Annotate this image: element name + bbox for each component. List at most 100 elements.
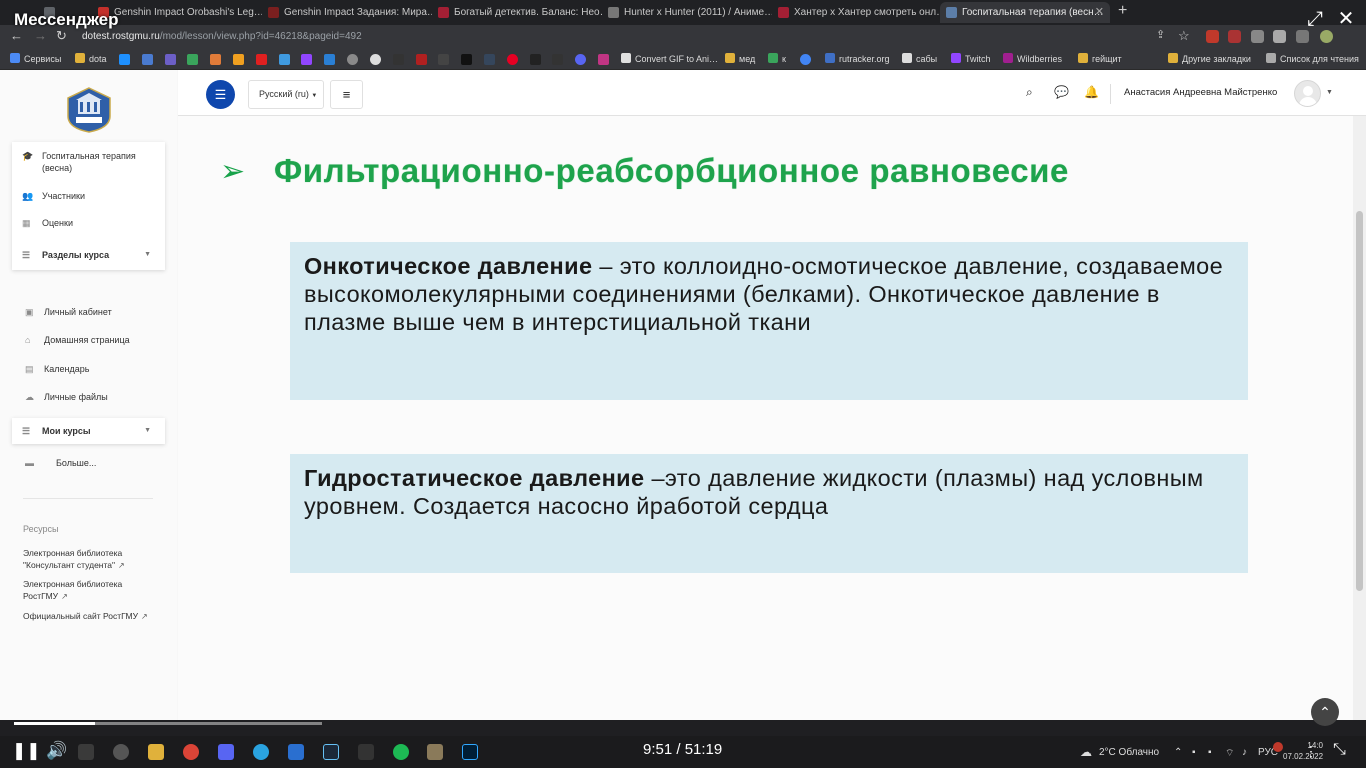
weather-text[interactable]: 2°C Облачно	[1099, 747, 1159, 758]
definition-box-hydrostatic: Гидростатическое давление –это давление …	[290, 454, 1248, 573]
app-icon[interactable]	[427, 744, 443, 760]
browser-tab[interactable]: Hunter x Hunter (2011) / Аниме…	[602, 2, 772, 23]
telegram-icon[interactable]	[253, 744, 269, 760]
bookmark-icon[interactable]	[142, 54, 153, 65]
bookmark-icon[interactable]	[347, 54, 358, 65]
progress-fill	[14, 722, 95, 725]
steam-icon[interactable]	[323, 744, 339, 760]
address-bar[interactable]: dotest.rostgmu.ru/mod/lesson/view.php?id…	[82, 28, 1152, 45]
browser-tab[interactable]: Хантер х Хантер смотреть онл…	[772, 2, 940, 23]
extension-icon[interactable]	[1273, 30, 1286, 43]
instagram-bookmark-icon[interactable]	[598, 54, 609, 65]
bookmark-icon[interactable]	[210, 54, 221, 65]
google-bookmark-icon[interactable]	[800, 54, 811, 65]
bookmark[interactable]: Twitch	[951, 52, 991, 66]
more-options-icon[interactable]: ⋮	[1304, 743, 1318, 760]
bookmark[interactable]: сабы	[902, 52, 937, 66]
pinterest-bookmark-icon[interactable]	[507, 54, 518, 65]
bookmark[interactable]: rutracker.org	[825, 52, 890, 66]
resource-link[interactable]: Электронная библиотека "Консультант студ…	[23, 547, 163, 572]
scrollbar-thumb[interactable]	[1356, 211, 1363, 591]
browser-tab[interactable]: Genshin Impact Задания: Мира…	[262, 2, 432, 23]
search-icon[interactable]: ⌕	[1026, 85, 1033, 100]
discord-bookmark-icon[interactable]	[575, 54, 586, 65]
extensions-puzzle-icon[interactable]	[1296, 30, 1309, 43]
bookmark-icon[interactable]	[438, 54, 449, 65]
forward-icon[interactable]: →	[34, 28, 47, 43]
bookmark-icon[interactable]	[461, 54, 472, 65]
discord-icon[interactable]	[218, 744, 234, 760]
menu-button[interactable]: ≡	[330, 80, 363, 109]
chevron-up-icon[interactable]: ⌃	[1174, 747, 1182, 758]
bookmark-icon[interactable]	[324, 54, 335, 65]
pause-icon[interactable]: ❚❚	[12, 741, 41, 761]
bookmark[interactable]: к	[768, 52, 786, 66]
task-view-icon[interactable]	[78, 744, 94, 760]
bookmark[interactable]: dota	[75, 52, 107, 66]
bookmark-icon[interactable]	[119, 54, 130, 65]
notifications-icon[interactable]: 🔔	[1084, 85, 1099, 99]
drawer-toggle-button[interactable]: ☰	[206, 80, 235, 109]
bookmark-icon[interactable]	[552, 54, 563, 65]
bookmark-icon[interactable]	[187, 54, 198, 65]
messages-icon[interactable]: 💬	[1054, 85, 1069, 99]
genshin-map-icon	[268, 7, 279, 18]
tumblr-bookmark-icon[interactable]	[484, 54, 495, 65]
bookmark-icon[interactable]	[530, 54, 541, 65]
bookmark-icon[interactable]	[393, 54, 404, 65]
hamburger-icon: ≡	[342, 87, 351, 102]
speaker-icon[interactable]: ♪	[1242, 747, 1247, 758]
bookmark-icon[interactable]	[233, 54, 244, 65]
adblock-icon[interactable]	[1206, 30, 1219, 43]
back-icon[interactable]: ←	[10, 28, 23, 43]
file-explorer-icon[interactable]	[148, 744, 164, 760]
scroll-top-button[interactable]: ⌃	[1311, 698, 1339, 726]
bookmark-star-icon[interactable]: ☆	[1178, 28, 1190, 44]
bookmark[interactable]: Convert GIF to Ani…	[621, 52, 718, 66]
share-icon[interactable]: ⇪	[1156, 28, 1165, 41]
bookmark-icon[interactable]	[165, 54, 176, 65]
reading-list[interactable]: Список для чтения	[1266, 52, 1359, 66]
bookmark-icon[interactable]	[416, 54, 427, 65]
volume-icon[interactable]: 🔊	[46, 741, 67, 761]
tab-label: Genshin Impact Orobashi's Leg…	[114, 7, 262, 18]
vk-bookmark-icon[interactable]	[279, 54, 290, 65]
tab-close-icon[interactable]: ✕	[1095, 2, 1104, 23]
resource-link[interactable]: Электронная библиотека РостГМУ ↗	[23, 578, 163, 603]
tray-icon[interactable]: ▪	[1208, 747, 1212, 758]
user-name[interactable]: Анастасия Андреевна Майстренко	[1124, 87, 1277, 98]
app-icon[interactable]	[288, 744, 304, 760]
youtube-bookmark-icon[interactable]	[256, 54, 267, 65]
browser-tab-active[interactable]: Госпитальная терапия (весн… ✕	[940, 2, 1110, 23]
page-scrollbar[interactable]	[1353, 116, 1366, 720]
close-icon[interactable]: ✕	[1334, 8, 1358, 30]
new-tab-icon[interactable]: +	[1118, 2, 1127, 20]
twitch-bookmark-icon[interactable]	[301, 54, 312, 65]
bookmark-folder[interactable]: Другие закладки	[1168, 52, 1251, 66]
extension-icon[interactable]	[1228, 30, 1241, 43]
network-icon[interactable]: ⌔	[1225, 747, 1234, 760]
tray-icon[interactable]: ▪	[1192, 747, 1196, 758]
avatar[interactable]	[1294, 80, 1321, 107]
bookmark[interactable]: Сервисы	[10, 52, 61, 66]
extension-icon[interactable]	[1251, 30, 1264, 43]
spotify-icon[interactable]	[393, 744, 409, 760]
bookmark[interactable]: гейщит	[1078, 52, 1122, 66]
profile-icon[interactable]	[1320, 30, 1333, 43]
list-icon: ☰	[22, 426, 31, 436]
language-select[interactable]: Русский (ru) ▼	[248, 80, 324, 109]
chevron-down-icon[interactable]: ▼	[1326, 89, 1333, 96]
chrome-icon[interactable]	[183, 744, 199, 760]
bookmark[interactable]: Wildberries	[1003, 52, 1062, 66]
photoshop-icon[interactable]	[462, 744, 478, 760]
bookmark[interactable]: мед	[725, 52, 755, 66]
browser-tab[interactable]: Богатый детектив. Баланс: Нео…	[432, 2, 602, 23]
reload-icon[interactable]: ↻	[56, 28, 67, 44]
resource-link[interactable]: Официальный сайт РостГМУ ↗	[23, 610, 163, 623]
url-host: dotest.rostgmu.ru	[82, 31, 160, 42]
expand-icon[interactable]: ⤢	[1303, 8, 1327, 30]
epic-games-icon[interactable]	[358, 744, 374, 760]
app-icon[interactable]	[113, 744, 129, 760]
exit-fullscreen-icon[interactable]: ⤡	[1333, 741, 1346, 759]
bookmark-icon[interactable]	[370, 54, 381, 65]
